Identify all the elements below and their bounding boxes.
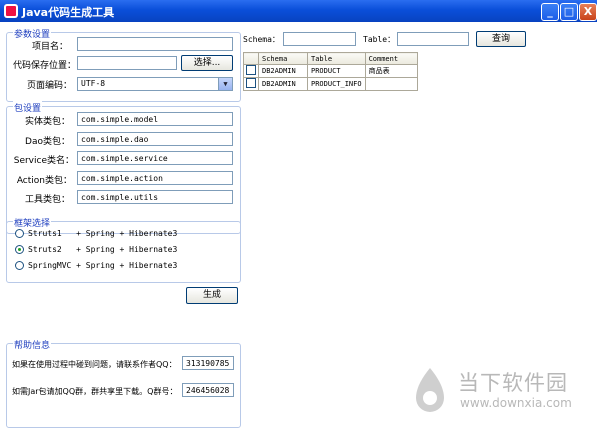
choose-button[interactable]: 选择... <box>181 55 233 71</box>
service-package-label: Service类名： <box>13 156 74 166</box>
struts1-radio[interactable] <box>15 229 24 238</box>
tables-grid: Schema Table Comment DB2ADMIN PRODUCT 商品… <box>243 52 418 91</box>
table-header-row: Schema Table Comment <box>243 52 418 65</box>
action-package-input[interactable]: com.simple.action <box>77 171 233 185</box>
struts2-option-label: Struts2 + Spring + Hibernate3 <box>28 245 178 254</box>
select-column-header <box>243 52 259 65</box>
springmvc-radio[interactable] <box>15 261 24 270</box>
model-package-label: 实体类包： <box>24 117 70 127</box>
encoding-select[interactable]: UTF-8 ▼ <box>77 77 233 91</box>
row-checkbox[interactable] <box>246 78 256 88</box>
window-client: 参数设置 项目名： 代码保存位置： 选择... 页面编码： UTF-8 ▼ 包设… <box>0 22 597 431</box>
table-input[interactable] <box>397 32 469 46</box>
title-bar: Java代码生成工具 _ □ X <box>0 0 597 22</box>
packages-legend: 包设置 <box>13 101 43 114</box>
action-package-label: Action类包： <box>16 176 72 186</box>
project-name-input[interactable] <box>77 37 233 51</box>
row-select-cell[interactable] <box>243 77 259 91</box>
comment-cell: 商品表 <box>364 64 418 78</box>
project-name-label: 项目名： <box>31 42 68 52</box>
table-cell: PRODUCT <box>307 64 366 78</box>
row-checkbox[interactable] <box>246 65 256 75</box>
watermark-url: www.downxia.com <box>460 396 572 410</box>
help-legend: 帮助信息 <box>13 338 52 351</box>
table-column-header: Table <box>307 52 366 65</box>
struts2-radio[interactable] <box>15 245 24 254</box>
dao-package-input[interactable]: com.simple.dao <box>77 132 233 146</box>
save-path-input[interactable] <box>77 56 177 70</box>
watermark-text: 当下软件园 <box>458 371 568 395</box>
table-label: Table： <box>363 35 396 44</box>
maximize-button[interactable]: □ <box>560 3 578 21</box>
comment-cell <box>364 77 418 91</box>
schema-label: Schema： <box>243 35 280 44</box>
save-path-label: 代码保存位置： <box>12 61 76 71</box>
table-cell: PRODUCT_INFO <box>307 77 366 91</box>
springmvc-option-label: SpringMVC + Spring + Hibernate3 <box>28 261 178 270</box>
schema-cell: DB2ADMIN <box>258 64 308 78</box>
help-contact-text: 如果在使用过程中碰到问题，请联系作者QQ： <box>12 360 177 369</box>
comment-column-header: Comment <box>364 52 418 65</box>
model-package-input[interactable]: com.simple.model <box>77 112 233 126</box>
qq-group-field[interactable]: 246456028 <box>182 383 234 397</box>
help-group-text: 如需Jar包请加QQ群，群共享里下载。Q群号： <box>12 387 178 396</box>
window-title: Java代码生成工具 <box>22 6 115 19</box>
service-package-input[interactable]: com.simple.service <box>77 151 233 165</box>
close-button[interactable]: X <box>579 3 597 21</box>
row-select-cell[interactable] <box>243 64 259 78</box>
framework-legend: 框架选择 <box>13 216 52 229</box>
schema-cell: DB2ADMIN <box>258 77 308 91</box>
schema-input[interactable] <box>283 32 356 46</box>
table-row[interactable]: DB2ADMIN PRODUCT_INFO <box>243 77 418 91</box>
struts1-option-label: Struts1 + Spring + Hibernate3 <box>28 229 178 238</box>
app-icon <box>4 4 18 18</box>
watermark-logo-icon <box>416 368 444 412</box>
table-row[interactable]: DB2ADMIN PRODUCT 商品表 <box>243 64 418 78</box>
generate-button[interactable]: 生成 <box>186 287 238 304</box>
utils-package-input[interactable]: com.simple.utils <box>77 190 233 204</box>
dao-package-label: Dao类包： <box>25 137 70 147</box>
query-button[interactable]: 查询 <box>476 31 526 47</box>
minimize-button[interactable]: _ <box>541 3 559 21</box>
encoding-label: 页面编码： <box>26 81 72 91</box>
author-qq-field[interactable]: 313190785 <box>182 356 234 370</box>
chevron-down-icon[interactable]: ▼ <box>218 78 232 90</box>
schema-column-header: Schema <box>258 52 308 65</box>
encoding-value: UTF-8 <box>81 79 106 88</box>
utils-package-label: 工具类包： <box>24 195 70 205</box>
